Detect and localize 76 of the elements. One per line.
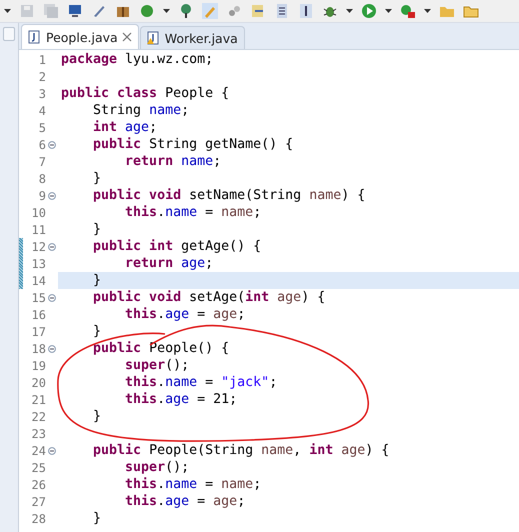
code-line: public class People { [60, 85, 230, 102]
code-line: public String getName() { [92, 136, 294, 153]
code-line: public People() { [92, 340, 230, 357]
fold-icon[interactable] [48, 294, 56, 302]
line-number: 27 [30, 494, 46, 508]
code-line: } [92, 221, 102, 238]
code-line: public int getAge() { [92, 238, 262, 255]
current-line-highlight: } [58, 272, 519, 289]
pen-icon[interactable] [91, 3, 107, 19]
fold-icon[interactable] [48, 344, 56, 352]
caret-icon[interactable] [4, 9, 11, 13]
line-number: 28 [30, 512, 46, 526]
code-line: String name; [92, 102, 190, 119]
java-file-warning-icon [146, 31, 161, 45]
line-number: 9 [38, 188, 46, 202]
list-icon[interactable] [274, 3, 290, 19]
code-line: public void setAge(int age) { [92, 289, 326, 306]
editor-tab[interactable]: Worker.java [140, 26, 245, 49]
caret-icon[interactable] [385, 9, 392, 13]
caret-icon[interactable] [424, 9, 431, 13]
line-number: 10 [30, 206, 46, 220]
monitor-icon[interactable] [67, 3, 83, 19]
close-icon[interactable] [122, 32, 132, 42]
code-line: public People(String name, int age) { [92, 442, 390, 459]
line-number: 5 [38, 120, 46, 134]
line-number: 25 [30, 460, 46, 474]
column-icon[interactable] [298, 3, 314, 19]
line-number: 7 [38, 154, 46, 168]
line-number: 2 [38, 70, 46, 84]
code-line: this.age = age; [124, 493, 246, 510]
line-number: 3 [38, 86, 46, 100]
line-number: 13 [30, 256, 46, 270]
code-line: this.name = "jack"; [124, 374, 278, 391]
line-number: 16 [30, 308, 46, 322]
code-line: super(); [124, 357, 190, 374]
code-line: super(); [124, 459, 190, 476]
line-number: 1 [38, 52, 46, 66]
line-number: 26 [30, 478, 46, 492]
fold-icon[interactable] [48, 140, 56, 148]
line-number: 11 [30, 222, 46, 236]
document-icon[interactable] [250, 3, 266, 19]
code-line: } [92, 170, 102, 187]
fold-icon[interactable] [48, 242, 56, 250]
line-number: 22 [30, 410, 46, 424]
line-number: 8 [38, 172, 46, 186]
code-line: this.name = name; [124, 476, 262, 493]
line-number: 23 [30, 426, 46, 440]
code-line: package lyu.wz.com; [60, 51, 214, 68]
line-number: 4 [38, 104, 46, 118]
line-number: 21 [30, 392, 46, 406]
code-line: } [92, 323, 102, 340]
line-number: 17 [30, 324, 46, 338]
editor-tab[interactable]: People.java [21, 24, 139, 49]
code-line: this.age = age; [124, 306, 246, 323]
run-icon[interactable] [361, 3, 377, 19]
fold-icon[interactable] [48, 446, 56, 454]
code-line: int age; [92, 119, 158, 136]
code-line: } [92, 510, 102, 527]
line-number: 12 [30, 240, 46, 254]
fold-icon[interactable] [48, 192, 56, 200]
code-line: return age; [124, 255, 214, 272]
java-file-icon [28, 30, 42, 44]
line-number: 20 [30, 376, 46, 390]
line-number: 15 [30, 290, 46, 304]
line-number: 6 [38, 138, 46, 152]
line-number: 18 [30, 342, 46, 356]
code-line: public void setName(String name) { [92, 187, 366, 204]
caret-icon[interactable] [346, 9, 353, 13]
code-line: this.age = 21; [124, 391, 238, 408]
code-line: return name; [124, 153, 222, 170]
line-number: 24 [30, 444, 46, 458]
line-number: 14 [30, 274, 46, 288]
line-number: 19 [30, 358, 46, 372]
caret-icon[interactable] [163, 9, 170, 13]
code-line: this.name = name; [124, 204, 262, 221]
code-line: } [92, 408, 102, 425]
